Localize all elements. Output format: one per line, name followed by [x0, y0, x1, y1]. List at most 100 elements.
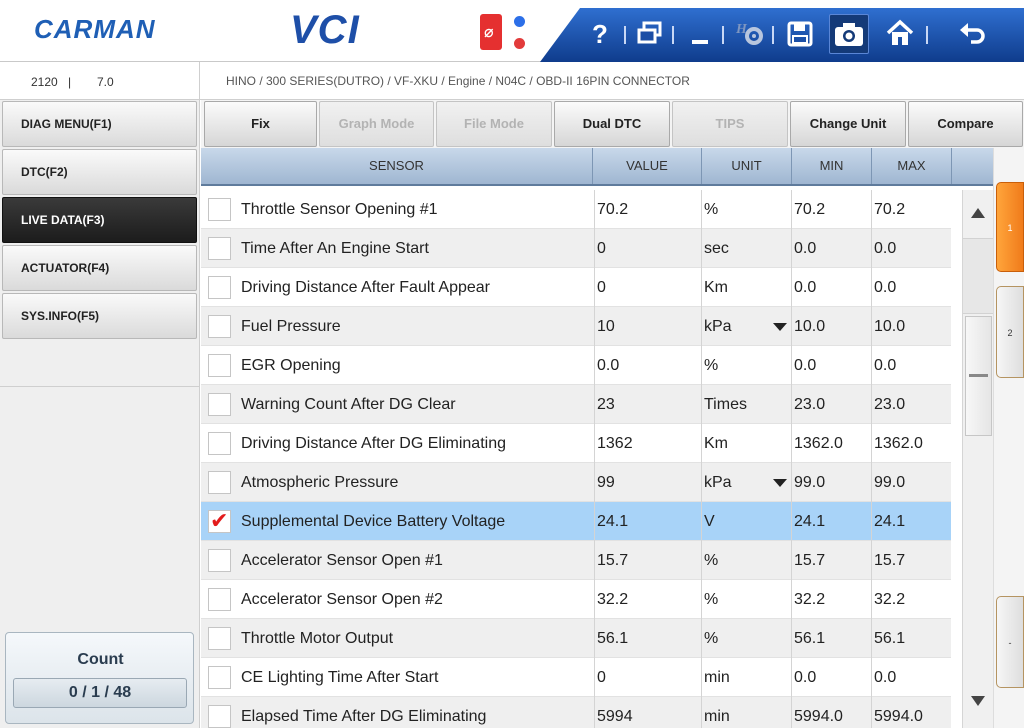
help-button[interactable]: ?: [580, 14, 620, 54]
toolbar-separator: [926, 26, 928, 44]
table-row[interactable]: Accelerator Sensor Open #1 15.7% 15.7 15.7: [201, 541, 951, 580]
row-checkbox[interactable]: [208, 276, 231, 299]
product-title: VCI: [290, 8, 360, 52]
min-cell: 23.0: [791, 385, 871, 424]
fix-button[interactable]: Fix: [204, 101, 317, 147]
sensor-name-cell: Driving Distance After Fault Appear: [241, 279, 491, 296]
window-mode-button[interactable]: [630, 14, 670, 54]
table-row[interactable]: Driving Distance After DG Eliminating 136…: [201, 424, 951, 463]
value-cell: 99: [594, 463, 699, 502]
sidebar-item-actuator[interactable]: ACTUATOR(F4): [2, 245, 197, 291]
back-button[interactable]: [952, 14, 992, 54]
sidebar-item-sys-info[interactable]: SYS.INFO(F5): [2, 293, 197, 339]
row-checkbox[interactable]: [208, 315, 231, 338]
row-checkbox[interactable]: [208, 588, 231, 611]
column-header-value[interactable]: VALUE: [592, 148, 701, 184]
min-cell: 0.0: [791, 229, 871, 268]
sidebar-item-diag-menu[interactable]: DIAG MENU(F1): [2, 101, 197, 147]
device-code: 2120: [31, 75, 58, 89]
unit-dropdown-arrow-icon[interactable]: [773, 323, 787, 331]
row-checkbox[interactable]: [208, 354, 231, 377]
settings-button[interactable]: H: [730, 14, 770, 54]
page-tab-3[interactable]: -: [996, 596, 1024, 688]
row-checkbox[interactable]: [208, 705, 231, 728]
table-row[interactable]: Throttle Sensor Opening #1 70.2% 70.2 70.2: [201, 190, 951, 229]
sidebar-item-live-data[interactable]: LIVE DATA(F3): [2, 197, 197, 243]
home-button[interactable]: [880, 14, 920, 54]
min-cell: 10.0: [791, 307, 871, 346]
row-checkbox[interactable]: [208, 237, 231, 260]
page-tab-2[interactable]: 2: [996, 286, 1024, 378]
save-button[interactable]: [780, 14, 820, 54]
scroll-track[interactable]: [963, 238, 993, 314]
value-cell: 0.0: [594, 346, 699, 385]
sensor-name-cell: Fuel Pressure: [241, 318, 341, 335]
table-row[interactable]: Driving Distance After Fault Appear 0 Km 0.…: [201, 268, 951, 307]
table-row[interactable]: CE Lighting Time After Start 0 min 0.0 0.0: [201, 658, 951, 697]
row-checkbox[interactable]: [208, 549, 231, 572]
tips-button[interactable]: TIPS: [672, 101, 788, 147]
max-cell: 5994.0: [871, 697, 951, 728]
column-header-max[interactable]: MAX: [871, 148, 951, 184]
value-cell: 10: [594, 307, 699, 346]
max-cell: 15.7: [871, 541, 951, 580]
table-row[interactable]: Atmospheric Pressure 99 kPa 99.0 99.0: [201, 463, 951, 502]
column-header-sensor[interactable]: SENSOR: [201, 148, 592, 184]
table-scrollbar[interactable]: [962, 190, 993, 728]
table-row[interactable]: Warning Count After DG Clear 23 Times 23.0 2…: [201, 385, 951, 424]
unit-dropdown-arrow-icon[interactable]: [773, 479, 787, 487]
row-checkbox[interactable]: [208, 627, 231, 650]
value-cell: 70.2: [594, 190, 699, 229]
unit-cell: %: [701, 580, 791, 619]
dual-dtc-button[interactable]: Dual DTC: [554, 101, 670, 147]
sidebar-item-dtc[interactable]: DTC(F2): [2, 149, 197, 195]
row-checkbox-checked[interactable]: [208, 507, 231, 535]
table-row[interactable]: EGR Opening 0.0% 0.0 0.0: [201, 346, 951, 385]
sensor-name-cell: Supplemental Device Battery Voltage: [241, 513, 506, 530]
toolbar-separator: [722, 26, 724, 44]
column-header-unit[interactable]: UNIT: [701, 148, 791, 184]
min-cell: 56.1: [791, 619, 871, 658]
home-icon: [886, 19, 914, 45]
toolbar-separator: [672, 26, 674, 44]
table-row[interactable]: Throttle Motor Output 56.1% 56.1 56.1: [201, 619, 951, 658]
graph-mode-button[interactable]: Graph Mode: [319, 101, 434, 147]
scroll-down-arrow-icon[interactable]: [963, 688, 993, 718]
change-unit-button[interactable]: Change Unit: [790, 101, 906, 147]
value-cell: 32.2: [594, 580, 699, 619]
table-row[interactable]: Supplemental Device Battery Voltage24.1V…: [201, 502, 951, 541]
count-panel: Count 0 / 1 / 48: [5, 632, 194, 724]
row-checkbox[interactable]: [208, 666, 231, 689]
sensor-name-cell: Elapsed Time After DG Eliminating: [241, 708, 487, 725]
page-tab-1[interactable]: 1: [996, 182, 1024, 272]
sidebar: DIAG MENU(F1) DTC(F2) LIVE DATA(F3) ACTU…: [0, 100, 200, 728]
value-cell: 0: [594, 229, 699, 268]
compare-button[interactable]: Compare: [908, 101, 1023, 147]
table-row[interactable]: Time After An Engine Start 0 sec 0.0 0.0: [201, 229, 951, 268]
row-checkbox[interactable]: [208, 198, 231, 221]
screenshot-button[interactable]: [829, 14, 869, 54]
table-row[interactable]: Accelerator Sensor Open #2 32.2% 32.2 32.2: [201, 580, 951, 619]
max-cell: 1362.0: [871, 424, 951, 463]
unit-cell: %: [701, 541, 791, 580]
settings-gear-icon: H: [735, 22, 763, 45]
scroll-up-arrow-icon[interactable]: [963, 198, 993, 228]
scroll-thumb[interactable]: [965, 316, 992, 436]
max-cell: 23.0: [871, 385, 951, 424]
table-row[interactable]: Fuel Pressure 10 kPa 10.0 10.0: [201, 307, 951, 346]
minimize-button[interactable]: [680, 14, 720, 54]
row-checkbox[interactable]: [208, 432, 231, 455]
column-header-min[interactable]: MIN: [791, 148, 871, 184]
count-label: Count: [77, 651, 124, 668]
table-row[interactable]: Elapsed Time After DG Eliminating 5994 min…: [201, 697, 951, 728]
value-cell: 0: [594, 268, 699, 307]
value-cell: 56.1: [594, 619, 699, 658]
usb-connection-icon: ⌀: [480, 14, 502, 50]
page-tabs: 1 2 -: [993, 148, 1024, 728]
unit-cell: min: [701, 658, 791, 697]
camera-icon: [835, 23, 863, 46]
file-mode-button[interactable]: File Mode: [436, 101, 552, 147]
row-checkbox[interactable]: [208, 471, 231, 494]
max-cell: 0.0: [871, 658, 951, 697]
row-checkbox[interactable]: [208, 393, 231, 416]
